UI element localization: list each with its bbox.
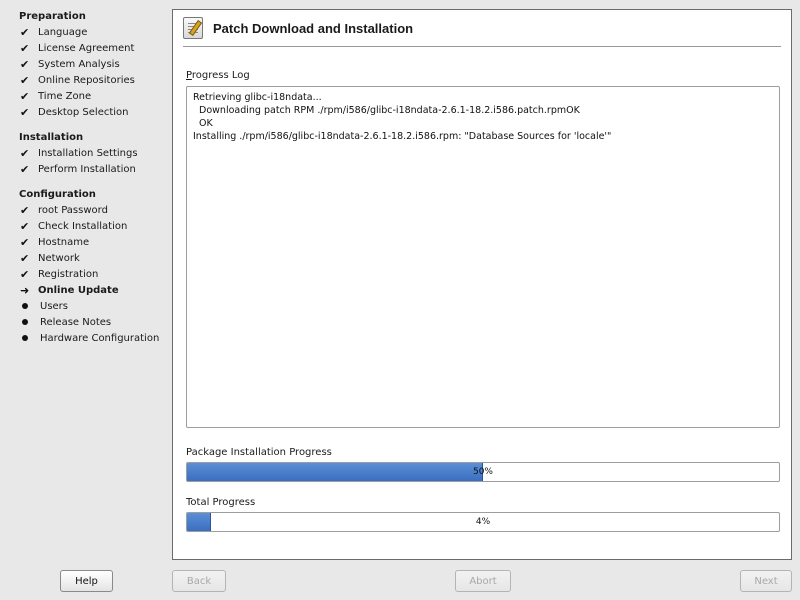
sidebar-step-label: Language (38, 26, 88, 38)
help-button[interactable]: Help (60, 570, 113, 592)
sidebar-section-title: Installation (19, 132, 84, 143)
sidebar-step: Users (20, 298, 170, 314)
sidebar-step-label: Registration (38, 268, 99, 280)
checkmark-icon: ✔ (20, 219, 30, 233)
sidebar-step-label: Installation Settings (38, 147, 138, 159)
log-line: OK (193, 118, 213, 129)
progress-log-label: Progress Log (186, 70, 250, 81)
checkmark-icon: ✔ (20, 105, 30, 119)
sidebar-step: Release Notes (20, 314, 170, 330)
sidebar-step: ✔ Check Installation (20, 218, 170, 234)
sidebar-step: ✔ root Password (20, 202, 170, 218)
checkmark-icon: ✔ (20, 267, 30, 281)
total-progress-text: 4% (475, 517, 491, 527)
checkmark-icon: ✔ (20, 146, 30, 160)
sidebar-section-title: Preparation (19, 11, 86, 22)
package-progress-text: 50% (472, 467, 493, 477)
package-progress-bar: 50% (186, 462, 780, 482)
bullet-icon (22, 335, 28, 341)
sidebar-step: ✔ Registration (20, 266, 170, 282)
next-button[interactable]: Next (740, 570, 792, 592)
checkmark-icon: ✔ (20, 162, 30, 176)
abort-button[interactable]: Abort (455, 570, 511, 592)
progress-log-textarea[interactable]: Retrieving glibc-i18ndata... Downloading… (186, 86, 780, 428)
checkmark-icon: ✔ (20, 73, 30, 87)
sidebar-step-label: root Password (38, 204, 108, 216)
sidebar-step-label: Hardware Configuration (40, 332, 160, 344)
edit-document-icon (183, 17, 203, 39)
sidebar-step: ✔ System Analysis (20, 56, 170, 72)
sidebar-step-label: Online Repositories (38, 74, 135, 86)
bullet-icon (22, 303, 28, 309)
bullet-icon (22, 319, 28, 325)
page-title: Patch Download and Installation (213, 20, 414, 36)
total-progress-bar: 4% (186, 512, 780, 532)
sidebar-step-label: Check Installation (38, 220, 128, 232)
sidebar-step: ✔ License Agreement (20, 40, 170, 56)
sidebar-section-title: Configuration (19, 189, 96, 200)
checkmark-icon: ✔ (20, 41, 30, 55)
total-progress-label: Total Progress (186, 497, 256, 508)
sidebar-step: ✔ Network (20, 250, 170, 266)
sidebar-step-label: Network (38, 252, 80, 264)
checkmark-icon: ✔ (20, 235, 30, 249)
sidebar-step: ✔ Time Zone (20, 88, 170, 104)
wizard-steps-sidebar: Preparation ✔ Language ✔ License Agreement ✔ S… (0, 0, 170, 560)
checkmark-icon: ✔ (20, 203, 30, 217)
back-button[interactable]: Back (172, 570, 226, 592)
sidebar-step-label: Desktop Selection (38, 106, 129, 118)
sidebar-step: ✔ Hostname (20, 234, 170, 250)
sidebar-step-label: Online Update (38, 284, 119, 296)
log-line: Installing ./rpm/i586/glibc-i18ndata-2.6… (193, 131, 612, 142)
package-progress-label: Package Installation Progress (186, 447, 332, 458)
checkmark-icon: ✔ (20, 25, 30, 39)
header-divider (183, 46, 781, 47)
checkmark-icon: ✔ (20, 89, 30, 103)
checkmark-icon: ✔ (20, 251, 30, 265)
sidebar-step: ✔ Perform Installation (20, 161, 170, 177)
main-panel: Patch Download and Installation Progress… (172, 9, 792, 560)
arrow-right-icon: ➜ (20, 283, 30, 297)
sidebar-step: Hardware Configuration (20, 330, 170, 346)
sidebar-step-label: License Agreement (38, 42, 135, 54)
log-line: Retrieving glibc-i18ndata... (193, 92, 322, 103)
sidebar-step-label: Perform Installation (38, 163, 136, 175)
sidebar-step-label: Hostname (38, 236, 90, 248)
sidebar-step: ➜ Online Update (20, 282, 170, 298)
sidebar-step: ✔ Desktop Selection (20, 104, 170, 120)
page-header: Patch Download and Installation (183, 15, 781, 41)
sidebar-step-label: Release Notes (40, 316, 112, 328)
log-line: Downloading patch RPM ./rpm/i586/glibc-i… (193, 105, 580, 116)
sidebar-step-label: System Analysis (38, 58, 120, 70)
checkmark-icon: ✔ (20, 57, 30, 71)
sidebar-step: ✔ Language (20, 24, 170, 40)
sidebar-step: ✔ Online Repositories (20, 72, 170, 88)
sidebar-step-label: Time Zone (38, 90, 92, 102)
sidebar-step-label: Users (40, 300, 69, 312)
sidebar-step: ✔ Installation Settings (20, 145, 170, 161)
